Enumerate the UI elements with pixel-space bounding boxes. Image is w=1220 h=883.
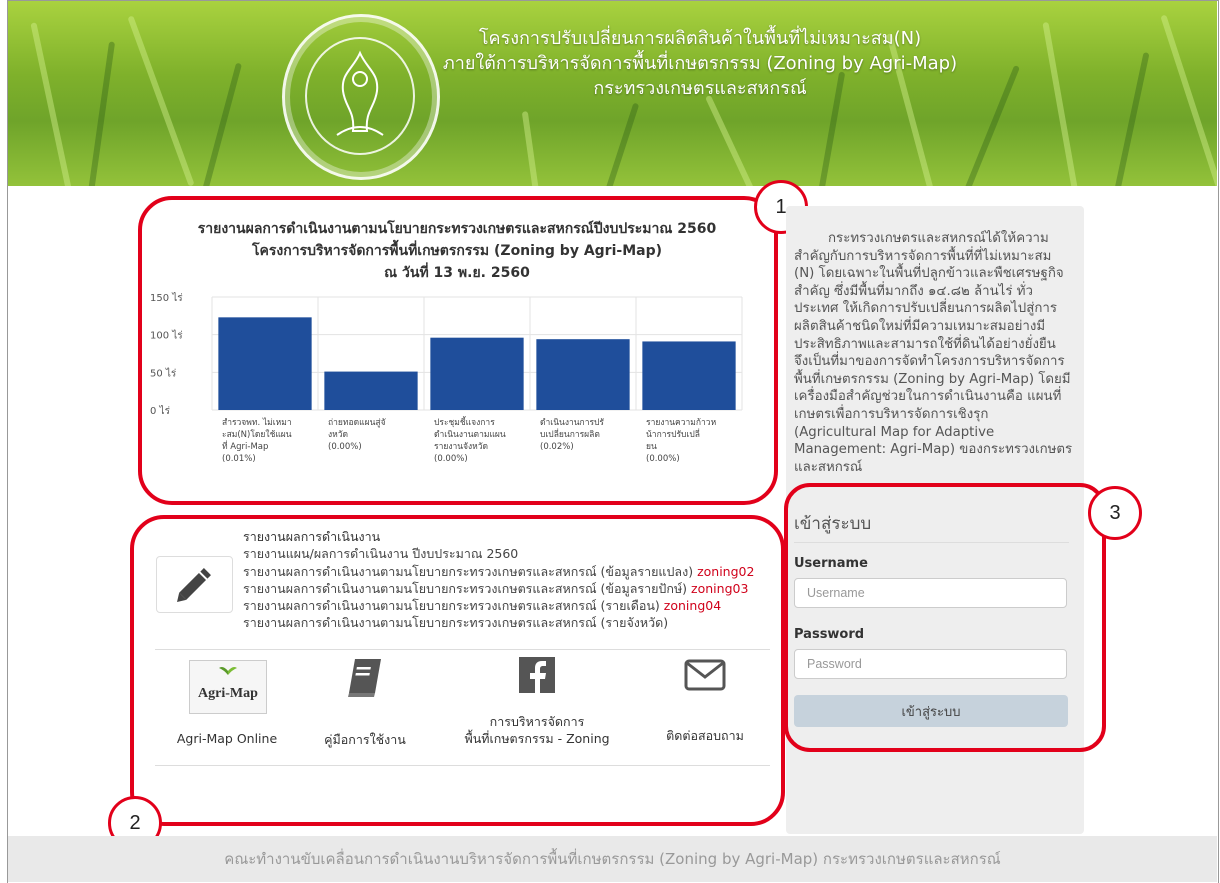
footer: คณะทำงานขับเคลื่อนการดำเนินงานบริหารจัดก…: [8, 836, 1217, 882]
site-title-line1: โครงการปรับเปลี่ยนการผลิตสินค้าในพื้นที่…: [478, 28, 922, 49]
highlight-ring-1: [138, 196, 778, 505]
ministry-seal-logo: [282, 14, 440, 180]
project-description: กระทรวงเกษตรและสหกรณ์ได้ให้ความสำคัญกับก…: [794, 231, 1073, 475]
footer-text: คณะทำงานขับเคลื่อนการดำเนินงานบริหารจัดก…: [224, 850, 1001, 868]
annotation-badge-3: 3: [1088, 486, 1142, 540]
site-title: โครงการปรับเปลี่ยนการผลิตสินค้าในพื้นที่…: [420, 26, 980, 101]
highlight-ring-2: [130, 515, 785, 826]
highlight-ring-3: [784, 483, 1106, 752]
site-title-line2: ภายใต้การบริหารจัดการพื้นที่เกษตรกรรม (Z…: [442, 53, 958, 74]
site-title-line3: กระทรวงเกษตรและสหกรณ์: [593, 78, 807, 99]
